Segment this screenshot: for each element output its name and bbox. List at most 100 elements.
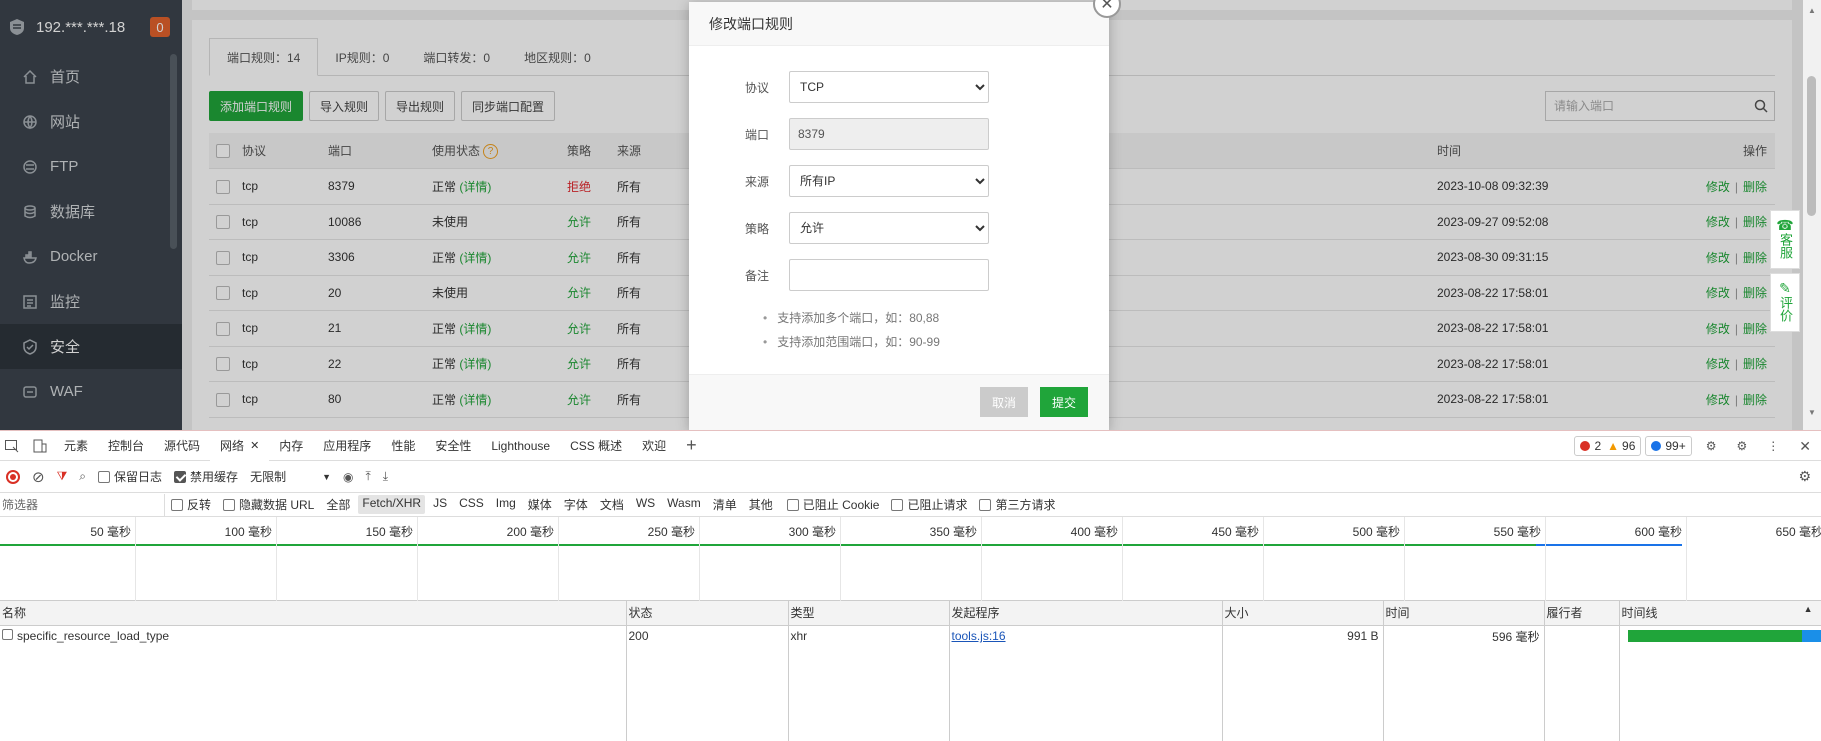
disable-cache-toggle[interactable]: 禁用缓存 [174,468,238,485]
source-select[interactable]: 所有IP [789,165,989,197]
invert-checkbox[interactable] [171,498,183,511]
search-network-icon[interactable]: ⌕ [79,469,86,484]
devtools-tab[interactable]: 元素 [54,431,98,461]
devtools-tab[interactable]: 控制台 [98,431,154,461]
page-scroll-thumb[interactable] [1807,76,1816,216]
settings-icon[interactable]: ⚙ [1727,431,1758,461]
more-options-icon[interactable]: ⋮ [1757,431,1789,461]
type-filter[interactable]: Wasm [663,495,705,514]
request-status: 200 [626,625,789,647]
submit-button[interactable]: 提交 [1040,387,1088,417]
col-net-time[interactable]: 时间 [1383,601,1545,626]
third-party-checkbox[interactable] [979,498,992,511]
col-name[interactable]: 名称 [0,601,627,626]
blocked-requests-label: 已阻止请求 [907,498,968,512]
type-filter[interactable]: 字体 [560,495,592,514]
third-party-toggle[interactable]: 第三方请求 [979,496,1056,513]
type-filter[interactable]: Fetch/XHR [358,495,426,514]
col-initiator[interactable]: 发起程序 [949,601,1223,626]
upload-icon[interactable]: ⤒ [365,469,370,484]
type-filter[interactable]: Img [492,495,520,514]
type-filter[interactable]: 文档 [596,495,628,514]
type-filter[interactable]: 全部 [322,495,354,514]
initiator-link[interactable]: tools.js:16 [952,629,1006,643]
tip-multiple-ports: 支持添加多个端口，如：80,88 [763,306,940,330]
type-filter[interactable]: WS [632,495,659,514]
more-tabs-icon[interactable]: + [676,431,707,461]
scroll-down-icon[interactable]: ▼ [1808,408,1816,417]
col-waterfall[interactable]: 时间线 ▲ [1619,601,1821,626]
col-fulfilled[interactable]: 履行者 [1544,601,1620,626]
network-body: specific_resource_load_type 200 xhr tools.j… [0,625,1821,741]
empty-row-space [0,647,1821,741]
devtools-tab[interactable]: 安全性 [425,431,481,461]
filter-icon[interactable]: ⧩ [57,469,68,484]
type-filter[interactable]: JS [429,495,451,514]
devtools-tab[interactable]: 内存 [269,431,313,461]
message-counter[interactable]: 99+ [1645,436,1692,456]
issue-counter[interactable]: 2 ▲ 96 [1574,436,1642,456]
request-checkbox[interactable] [2,629,13,641]
request-row[interactable]: specific_resource_load_type 200 xhr tools.j… [0,625,1821,647]
blocked-requests-checkbox[interactable] [891,498,904,511]
devtools-tab-label: 元素 [64,439,89,453]
network-overview[interactable]: 50 毫秒 100 毫秒 150 毫秒 200 毫秒 250 毫秒 300 毫秒 350 毫… [0,517,1821,601]
network-filter-input[interactable] [0,493,165,516]
type-filter[interactable]: CSS [455,495,488,514]
col-waterfall-label: 时间线 [1621,606,1658,621]
devtools-tab[interactable]: 应用程序 [313,431,381,461]
waterfall-bar [1622,630,1820,643]
devtools-tab[interactable]: 源代码 [154,431,210,461]
devtools-tab[interactable]: 性能 [381,431,425,461]
port-row: 端口 8379 [689,117,1109,151]
network-requests-table: 名称 状态 类型 发起程序 大小 时间 履行者 时间线 ▲ specific_re… [0,601,1821,741]
type-filter[interactable]: 媒体 [524,495,556,514]
rate-button[interactable]: ✎ 评价 [1770,273,1800,332]
policy-select[interactable]: 允许 [789,212,989,244]
tip-port-range: 支持添加范围端口，如：90-99 [763,330,940,354]
devtools-tab[interactable]: 网络 ✕ [210,430,270,461]
blocked-cookies-checkbox[interactable] [786,498,799,511]
wifi-icon[interactable]: ◉ [343,470,353,484]
blocked-cookies-toggle[interactable]: 已阻止 Cookie [786,496,879,513]
scroll-up-icon[interactable]: ▲ [1808,6,1816,15]
record-icon[interactable] [6,469,20,484]
devtools-tab[interactable]: CSS 概述 [560,431,632,461]
device-toolbar-icon[interactable] [32,438,48,454]
inspect-icon[interactable] [4,438,20,454]
invert-toggle[interactable]: 反转 [171,496,211,513]
invert-label: 反转 [187,498,212,512]
col-net-status[interactable]: 状态 [626,601,789,626]
hide-data-url-toggle[interactable]: 隐藏数据 URL [223,496,314,513]
devtools-tab-label: 网络 [220,439,245,453]
preserve-log-checkbox[interactable] [98,470,111,483]
download-icon[interactable]: ⤓ [383,469,388,484]
col-size[interactable]: 大小 [1222,601,1384,626]
hide-data-url-checkbox[interactable] [223,498,236,511]
devtools-tab[interactable]: 欢迎 [632,431,676,461]
protocol-select[interactable]: TCP [789,71,989,103]
cancel-button[interactable]: 取消 [980,387,1028,417]
blocked-requests-toggle[interactable]: 已阻止请求 [891,496,967,513]
close-devtools-icon[interactable]: ✕ [1789,431,1821,461]
customer-service-button[interactable]: ☎ 客服 [1770,210,1800,269]
filter-bar: 反转 隐藏数据 URL 全部Fetch/XHRJSCSSImg媒体字体文档WSW… [0,493,1821,517]
customize-icon[interactable]: ⚙ [1696,431,1727,461]
type-filter[interactable]: 清单 [709,495,741,514]
close-tab-icon[interactable]: ✕ [250,439,259,452]
request-initiator-cell: tools.js:16 [949,625,1223,647]
devtools-tab-label: 性能 [391,439,416,453]
disable-cache-checkbox[interactable] [174,470,187,483]
type-filter[interactable]: 其他 [745,495,777,514]
network-settings-icon[interactable]: ⚙ [1798,468,1811,485]
clear-icon[interactable]: ⊘ [32,468,45,486]
devtools-tab-label: 内存 [279,439,304,453]
throttle-select[interactable]: 无限制 ▼ [250,468,331,485]
col-type[interactable]: 类型 [788,601,950,626]
preserve-log-label: 保留日志 [114,470,163,484]
note-input[interactable] [789,259,989,291]
devtools-tab[interactable]: Lighthouse [481,431,560,461]
page-scrollbar[interactable]: ▲ ▼ [1803,0,1821,430]
port-field: 8379 [789,118,989,150]
preserve-log-toggle[interactable]: 保留日志 [98,468,162,485]
